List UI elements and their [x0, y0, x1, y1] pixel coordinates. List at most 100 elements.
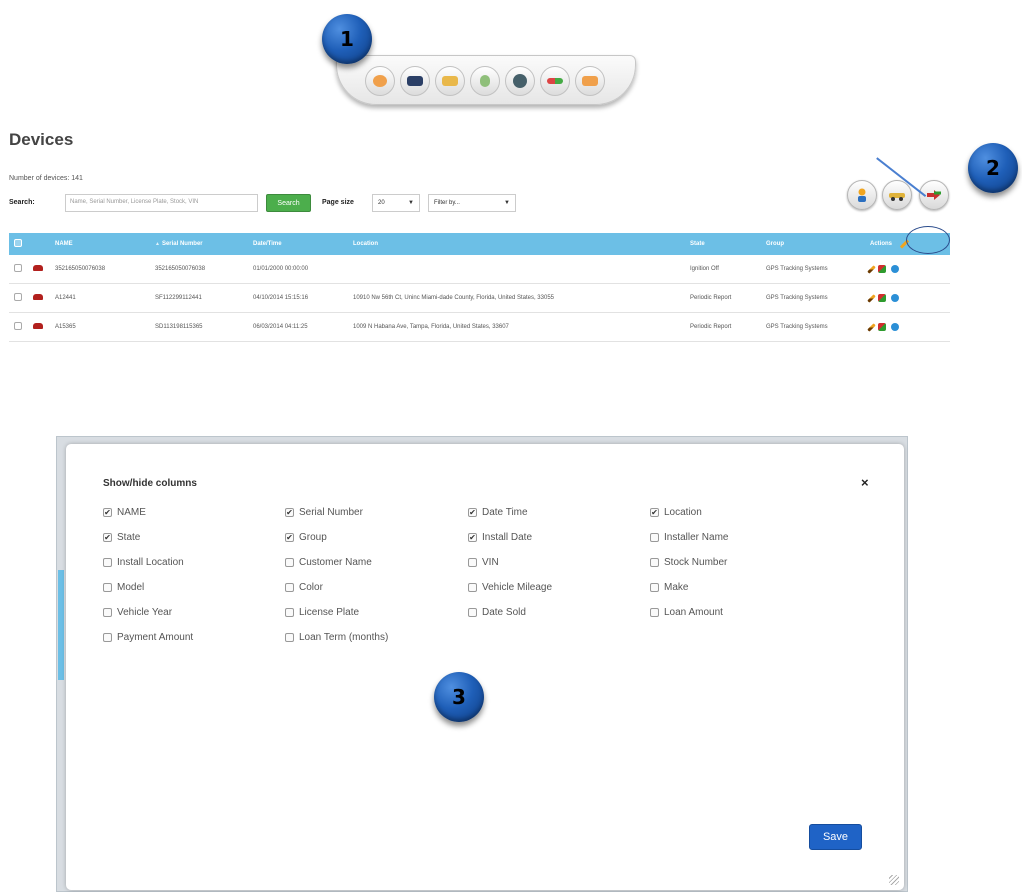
checkbox[interactable] [285, 558, 294, 567]
column-option-location[interactable]: ✔ Location [650, 507, 702, 518]
checkbox[interactable] [103, 608, 112, 617]
checkbox-checked[interactable]: ✔ [285, 508, 294, 517]
close-icon[interactable]: × [861, 475, 869, 490]
page-title: Devices [9, 130, 74, 149]
col-header-name[interactable]: NAME [55, 241, 155, 247]
checkbox[interactable] [650, 583, 659, 592]
column-option-stock-number[interactable]: Stock Number [650, 557, 727, 568]
column-option-name[interactable]: ✔ NAME [103, 507, 146, 518]
filter-value: Filter by... [434, 200, 460, 206]
checkbox[interactable] [468, 608, 477, 617]
devices-table: NAME ▲ Serial Number Date/Time Location S… [9, 233, 950, 342]
column-option-color[interactable]: Color [285, 582, 323, 593]
checkbox-checked[interactable]: ✔ [103, 533, 112, 542]
col-header-group[interactable]: Group [766, 241, 870, 247]
globe-icon[interactable] [891, 294, 899, 302]
column-option-customer-name[interactable]: Customer Name [285, 557, 372, 568]
sort-asc-icon: ▲ [155, 241, 160, 247]
column-option-serial-number[interactable]: ✔ Serial Number [285, 507, 363, 518]
column-option-payment-amount[interactable]: Payment Amount [103, 632, 193, 643]
swap-icon[interactable] [878, 265, 886, 273]
cell-state: Ignition Off [690, 266, 719, 272]
col-header-state[interactable]: State [690, 241, 766, 247]
checkbox[interactable] [103, 558, 112, 567]
chat-bubble-icon[interactable] [365, 66, 395, 96]
option-label: Date Sold [482, 607, 526, 618]
checkbox-checked[interactable]: ✔ [103, 508, 112, 517]
option-label: State [117, 532, 141, 543]
vehicle-icon[interactable] [400, 66, 430, 96]
option-label: License Plate [299, 607, 360, 618]
filter-select[interactable]: Filter by... ▼ [428, 194, 516, 212]
checkbox-checked[interactable]: ✔ [650, 508, 659, 517]
checkbox[interactable] [285, 633, 294, 642]
map-report-icon[interactable] [435, 66, 465, 96]
globe-icon[interactable] [891, 323, 899, 331]
col-header-date[interactable]: Date/Time [253, 241, 353, 247]
option-label: Stock Number [664, 557, 728, 568]
option-label: Customer Name [299, 557, 372, 568]
checkbox[interactable] [650, 558, 659, 567]
modal-title: Show/hide columns [103, 478, 197, 489]
column-option-vin[interactable]: VIN [468, 557, 499, 568]
column-option-group[interactable]: ✔ Group [285, 532, 327, 543]
checkbox[interactable] [468, 558, 477, 567]
column-option-loan-term[interactable]: Loan Term (months) [285, 632, 388, 643]
checkbox-checked[interactable]: ✔ [468, 508, 477, 517]
column-option-license-plate[interactable]: License Plate [285, 607, 359, 618]
cell-name: A15365 [55, 324, 76, 330]
page-size-select[interactable]: 20 ▼ [372, 194, 420, 212]
col-header-location[interactable]: Location [353, 241, 690, 247]
globe-icon[interactable] [505, 66, 535, 96]
swap-icon[interactable] [878, 323, 886, 331]
table-row[interactable]: 352165050076038 352165050076038 01/01/20… [9, 255, 950, 284]
column-option-date-time[interactable]: ✔ Date Time [468, 507, 528, 518]
user-icon[interactable] [470, 66, 500, 96]
cell-group: GPS Tracking Systems [766, 266, 828, 272]
background-table-stripe [58, 570, 64, 680]
checkbox[interactable] [103, 633, 112, 642]
col-header-serial[interactable]: Serial Number [162, 241, 203, 247]
card-icon[interactable] [575, 66, 605, 96]
vehicle-action-button[interactable] [882, 180, 912, 210]
checkbox[interactable] [468, 583, 477, 592]
car-icon [33, 323, 43, 329]
checkbox[interactable] [650, 533, 659, 542]
checkbox[interactable] [285, 583, 294, 592]
checkbox[interactable] [103, 583, 112, 592]
column-option-make[interactable]: Make [650, 582, 688, 593]
row-checkbox[interactable] [14, 293, 22, 301]
checkbox[interactable] [285, 608, 294, 617]
checkbox-checked[interactable]: ✔ [468, 533, 477, 542]
car-icon [33, 294, 43, 300]
callout-marker-2: 2 [968, 143, 1018, 193]
column-option-model[interactable]: Model [103, 582, 144, 593]
column-option-installer-name[interactable]: Installer Name [650, 532, 728, 543]
assign-user-button[interactable] [847, 180, 877, 210]
swap-icon[interactable] [878, 294, 886, 302]
cell-name: A12441 [55, 295, 76, 301]
save-button[interactable]: Save [809, 824, 862, 850]
select-all-checkbox[interactable] [14, 239, 22, 247]
globe-icon[interactable] [891, 265, 899, 273]
column-option-loan-amount[interactable]: Loan Amount [650, 607, 723, 618]
option-label: Vehicle Year [117, 607, 173, 618]
column-option-date-sold[interactable]: Date Sold [468, 607, 526, 618]
column-option-install-date[interactable]: ✔ Install Date [468, 532, 532, 543]
checkbox[interactable] [650, 608, 659, 617]
column-option-vehicle-year[interactable]: Vehicle Year [103, 607, 172, 618]
row-checkbox[interactable] [14, 264, 22, 272]
table-row[interactable]: A12441 SF112299112441 04/10/2014 15:15:1… [9, 284, 950, 313]
vehicle-icon [889, 193, 905, 201]
route-icon[interactable] [540, 66, 570, 96]
cell-serial: SF112299112441 [155, 295, 202, 301]
resize-grip-icon[interactable] [889, 875, 899, 885]
row-checkbox[interactable] [14, 322, 22, 330]
column-option-state[interactable]: ✔ State [103, 532, 140, 543]
column-option-vehicle-mileage[interactable]: Vehicle Mileage [468, 582, 552, 593]
table-row[interactable]: A15365 SD113198115365 06/03/2014 04:11:2… [9, 313, 950, 342]
column-option-install-location[interactable]: Install Location [103, 557, 184, 568]
search-button[interactable]: Search [266, 194, 311, 212]
search-input[interactable]: Name, Serial Number, License Plate, Stoc… [65, 194, 258, 212]
checkbox-checked[interactable]: ✔ [285, 533, 294, 542]
